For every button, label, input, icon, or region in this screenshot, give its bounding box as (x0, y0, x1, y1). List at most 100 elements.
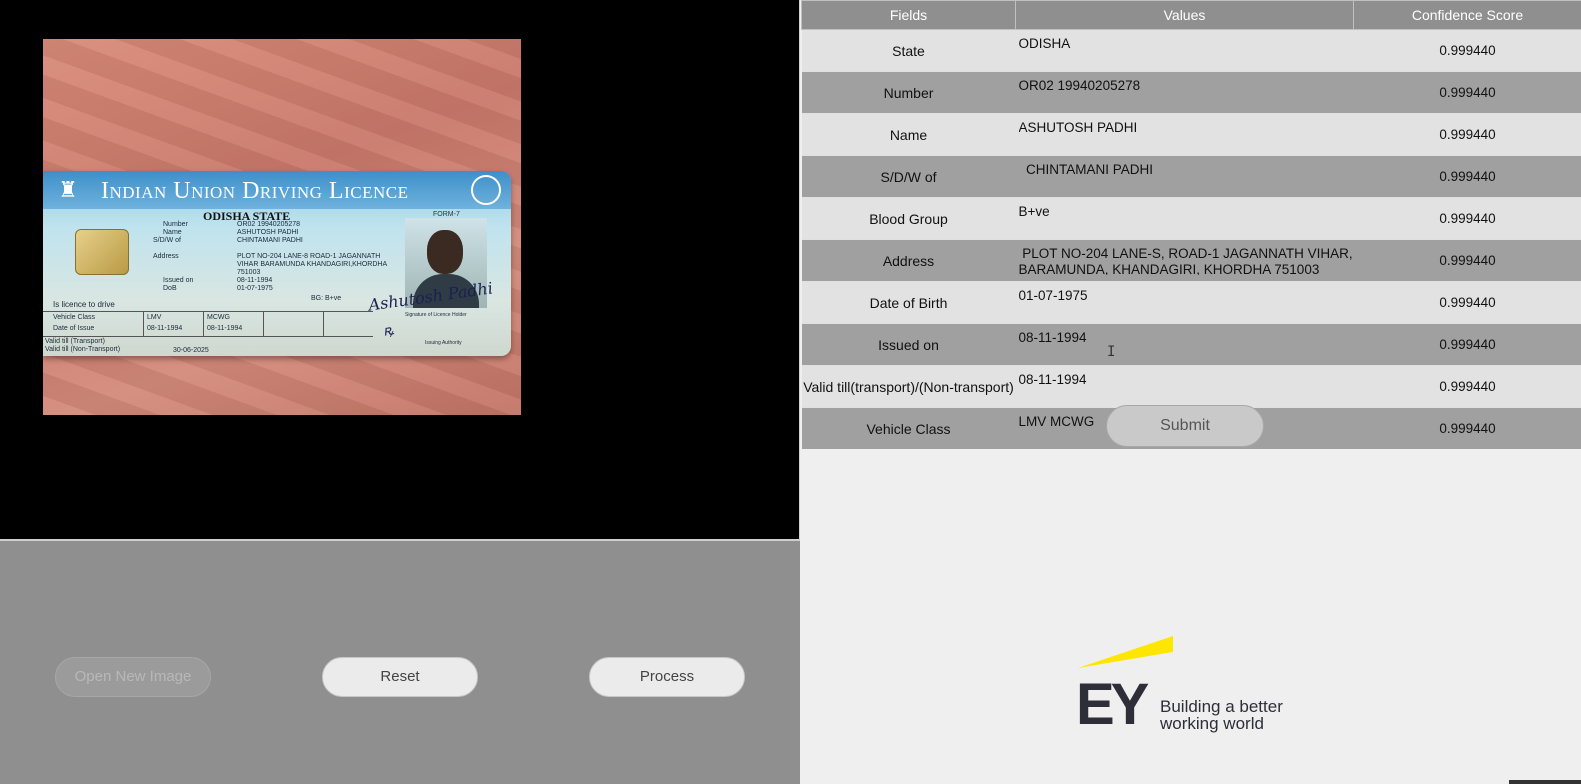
card-vehicle-class-value: MCWG (207, 314, 230, 321)
card-label: Number (163, 221, 188, 228)
value-cell[interactable]: PLOT NO-204 LANE-S, ROAD-1 JAGANNATH VIH… (1015, 239, 1354, 282)
card-date-of-issue-label: Date of Issue (53, 325, 95, 332)
table-row[interactable]: Name ASHUTOSH PADHI 0.999440 (801, 113, 1581, 156)
confidence-cell: 0.999440 (1353, 71, 1581, 114)
field-cell: Issued on (801, 323, 1016, 366)
control-panel: Open New Image Reset Process (0, 541, 800, 784)
card-label: Address (153, 253, 179, 260)
header-confidence-score[interactable]: Confidence Score (1353, 0, 1581, 30)
value-cell[interactable]: CHINTAMANI PADHI (1015, 155, 1354, 198)
value-text[interactable]: PLOT NO-204 LANE-S, ROAD-1 JAGANNATH VIH… (1019, 246, 1354, 275)
card-valid-transport: Valid till (Transport) (45, 338, 105, 345)
header-fields[interactable]: Fields (801, 0, 1016, 30)
confidence-cell: 0.999440 (1353, 239, 1581, 282)
value-cell[interactable]: 08-11-1994 (1015, 365, 1354, 408)
table-row[interactable]: Blood Group B+ve 0.999440 (801, 197, 1581, 240)
confidence-cell: 0.999440 (1353, 281, 1581, 324)
table-row[interactable]: State ODISHA 0.999440 (801, 29, 1581, 72)
card-date-of-issue-value: 08-11-1994 (207, 325, 243, 332)
value-text[interactable]: CHINTAMANI PADHI (1019, 162, 1354, 191)
value-text[interactable]: B+ve (1019, 204, 1354, 233)
image-viewer: ♜ Indian Union Driving Licence ODISHA ST… (0, 0, 800, 541)
card-vehicle-class-value: LMV (147, 314, 162, 321)
ey-tagline: Building a better working world (1160, 698, 1283, 732)
card-header: ♜ Indian Union Driving Licence (43, 171, 511, 209)
value-text[interactable]: 08-11-1994 (1019, 330, 1354, 359)
value-cell[interactable]: OR02 19940205278 (1015, 71, 1354, 114)
results-table: Fields Values Confidence Score State ODIS… (801, 0, 1581, 449)
value-text[interactable]: 08-11-1994 (1019, 372, 1354, 401)
value-cell[interactable]: ODISHA (1015, 29, 1354, 72)
field-cell: Number (801, 71, 1016, 114)
card-value: ASHUTOSH PADHI (237, 229, 299, 236)
value-cell[interactable]: ASHUTOSH PADHI (1015, 113, 1354, 156)
table-row[interactable]: Date of Birth 01-07-1975 0.999440 (801, 281, 1581, 324)
confidence-cell: 0.999440 (1353, 365, 1581, 408)
reset-button[interactable]: Reset (322, 657, 478, 697)
table-divider (203, 312, 204, 336)
field-cell: Date of Birth (801, 281, 1016, 324)
card-vehicle-class-label: Vehicle Class (53, 314, 96, 321)
submit-button[interactable]: Submit (1106, 405, 1264, 447)
card-value: CHINTAMANI PADHI (237, 237, 303, 244)
card-valid-date: 30-06-2025 (173, 347, 209, 354)
value-text[interactable]: ODISHA (1019, 36, 1354, 65)
table-divider (143, 312, 144, 336)
card-label: Name (163, 229, 182, 236)
confidence-cell: 0.999440 (1353, 323, 1581, 366)
value-text[interactable]: ASHUTOSH PADHI (1019, 120, 1354, 149)
authority-signature: ꝶ (381, 322, 395, 340)
value-text[interactable]: OR02 19940205278 (1019, 78, 1354, 107)
card-authority-label: Issuing Authority (425, 340, 462, 346)
confidence-cell: 0.999440 (1353, 29, 1581, 72)
ey-beam-icon (1078, 636, 1173, 668)
card-value: 08-11-1994 (237, 277, 273, 284)
licence-photo: ♜ Indian Union Driving Licence ODISHA ST… (43, 39, 521, 415)
table-row[interactable]: Number OR02 19940205278 0.999440 (801, 71, 1581, 114)
field-cell: Blood Group (801, 197, 1016, 240)
card-date-of-issue-value: 08-11-1994 (147, 325, 183, 332)
results-table-panel: Fields Values Confidence Score State ODIS… (801, 0, 1581, 449)
text-cursor-icon: I (1107, 344, 1116, 360)
seal-icon (471, 175, 501, 205)
open-new-image-button[interactable]: Open New Image (55, 657, 211, 697)
field-cell: State (801, 29, 1016, 72)
card-value: PLOT NO-204 LANE-8 ROAD-1 JAGANNATH VIHA… (237, 253, 387, 276)
driving-licence-card: ♜ Indian Union Driving Licence ODISHA ST… (43, 171, 511, 356)
value-text[interactable]: 01-07-1975 (1019, 288, 1354, 317)
field-cell: Address (801, 239, 1016, 282)
card-vehicle-table: Vehicle Class LMV MCWG Date of Issue 08-… (43, 311, 373, 337)
ey-tagline-line2: working world (1160, 714, 1264, 733)
portrait-face (427, 230, 463, 274)
process-button[interactable]: Process (589, 657, 745, 697)
table-divider (323, 312, 324, 336)
card-label: DoB (163, 285, 177, 292)
card-title: Indian Union Driving Licence (101, 178, 409, 204)
table-header-row: Fields Values Confidence Score (801, 0, 1581, 30)
window-corner-mark (1509, 780, 1581, 784)
table-row[interactable]: Valid till(transport)/(Non-transport) 08-… (801, 365, 1581, 408)
field-cell: Vehicle Class (801, 407, 1016, 449)
card-form-label: FORM-7 (433, 211, 460, 218)
value-cell[interactable]: 01-07-1975 (1015, 281, 1354, 324)
table-row[interactable]: Address PLOT NO-204 LANE-S, ROAD-1 JAGAN… (801, 239, 1581, 282)
value-cell[interactable]: B+ve (1015, 197, 1354, 240)
field-cell: Name (801, 113, 1016, 156)
table-row[interactable]: Issued on 08-11-1994 0.999440 (801, 323, 1581, 366)
table-divider (263, 312, 264, 336)
card-licence-to-drive: Is licence to drive (53, 300, 115, 309)
card-blood-group: BG: B+ve (311, 295, 342, 302)
card-value: OR02 19940205278 (237, 221, 301, 228)
header-values[interactable]: Values (1015, 0, 1354, 30)
table-row[interactable]: S/D/W of CHINTAMANI PADHI 0.999440 (801, 155, 1581, 198)
card-value: 01-07-1975 (237, 285, 273, 292)
confidence-cell: 0.999440 (1353, 407, 1581, 449)
value-cell[interactable]: 08-11-1994 (1015, 323, 1354, 366)
field-cell: S/D/W of (801, 155, 1016, 198)
card-label: S/D/W of (153, 237, 182, 244)
ey-logo: EY Building a better working world (1076, 634, 1306, 734)
card-valid-non-transport: Valid till (Non-Transport) (45, 346, 121, 353)
ey-letters: EY (1076, 672, 1149, 737)
confidence-cell: 0.999440 (1353, 155, 1581, 198)
confidence-cell: 0.999440 (1353, 197, 1581, 240)
